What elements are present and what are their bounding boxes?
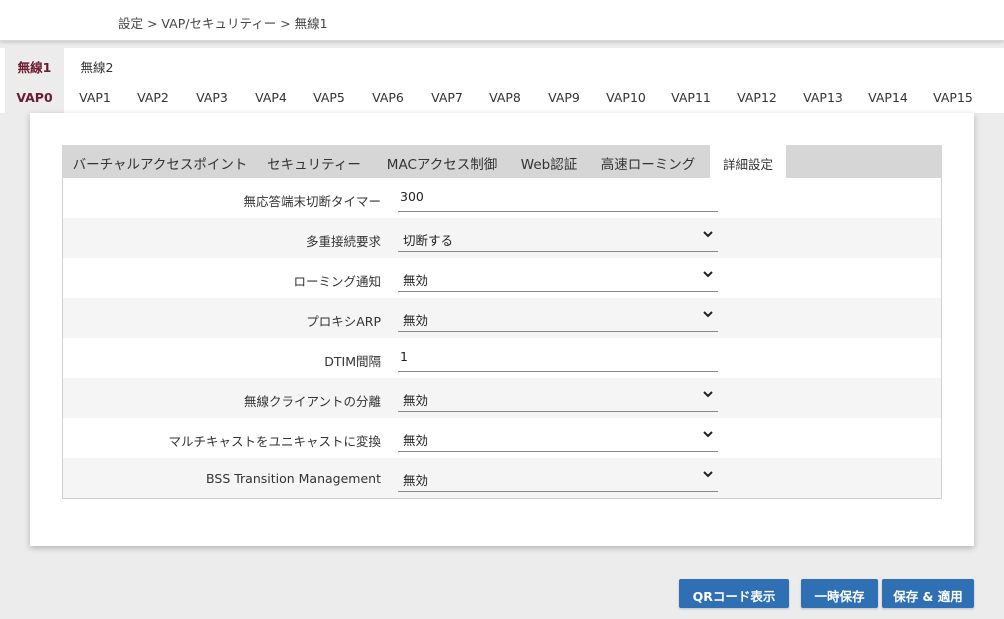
tab-vap15[interactable]: VAP15 — [922, 81, 984, 113]
dtim-interval-label: DTIM間隔 — [324, 354, 381, 369]
form-row-client-isolation: 無線クライアントの分離 無効 — [63, 378, 941, 418]
tab-vap0[interactable]: VAP0 — [5, 81, 64, 113]
form-row-bss-transition: BSS Transition Management 無効 — [63, 458, 941, 498]
roaming-notify-label: ローミング通知 — [293, 274, 381, 289]
chevron-down-icon — [703, 471, 713, 478]
inactivity-timer-input[interactable]: 300 — [398, 184, 718, 212]
tab-virtual-access-point[interactable]: バーチャルアクセスポイント — [62, 145, 258, 178]
sub-tabs: バーチャルアクセスポイント セキュリティー MACアクセス制御 Web認証 高速… — [62, 145, 942, 178]
tab-vap8[interactable]: VAP8 — [476, 81, 534, 113]
form-row-multicast-to-unicast: マルチキャストをユニキャストに変換 無効 — [63, 418, 941, 458]
form-row-proxy-arp: プロキシARP 無効 — [63, 298, 941, 338]
tab-fast-roaming[interactable]: 高速ローミング — [588, 145, 708, 178]
tab-vap4[interactable]: VAP4 — [242, 81, 300, 113]
radio-tabs: 無線1 無線2 — [0, 48, 1004, 81]
tab-mac-access-control[interactable]: MACアクセス制御 — [372, 145, 512, 178]
client-isolation-value: 無効 — [403, 393, 429, 408]
inactivity-timer-label: 無応答端末切断タイマー — [243, 194, 381, 209]
multicast-to-unicast-select[interactable]: 無効 — [398, 424, 718, 452]
breadcrumb: 設定 > VAP/セキュリティー > 無線1 — [118, 16, 328, 31]
proxy-arp-select[interactable]: 無効 — [398, 304, 718, 332]
form-row-inactivity-timer: 無応答端末切断タイマー 300 — [63, 178, 941, 218]
tab-vap12[interactable]: VAP12 — [726, 81, 788, 113]
multiple-connection-value: 切断する — [403, 233, 454, 248]
tab-vap1[interactable]: VAP1 — [66, 81, 124, 113]
bss-transition-select[interactable]: 無効 — [398, 464, 718, 492]
bss-transition-label: BSS Transition Management — [206, 471, 381, 486]
tab-advanced[interactable]: 詳細設定 — [710, 145, 786, 178]
tab-vap13[interactable]: VAP13 — [792, 81, 854, 113]
multicast-to-unicast-value: 無効 — [403, 433, 429, 448]
tab-security[interactable]: セキュリティー — [258, 145, 370, 178]
form-row-dtim-interval: DTIM間隔 1 — [63, 338, 941, 378]
form-row-roaming-notify: ローミング通知 無効 — [63, 258, 941, 298]
roaming-notify-value: 無効 — [403, 273, 429, 288]
multicast-to-unicast-label: マルチキャストをユニキャストに変換 — [168, 434, 381, 449]
tab-vap10[interactable]: VAP10 — [595, 81, 657, 113]
tab-vap11[interactable]: VAP11 — [660, 81, 722, 113]
proxy-arp-value: 無効 — [403, 313, 429, 328]
multiple-connection-select[interactable]: 切断する — [398, 224, 718, 252]
client-isolation-select[interactable]: 無効 — [398, 384, 718, 412]
tab-web-auth[interactable]: Web認証 — [512, 145, 586, 178]
settings-panel: バーチャルアクセスポイント セキュリティー MACアクセス制御 Web認証 高速… — [30, 113, 974, 546]
client-isolation-label: 無線クライアントの分離 — [243, 394, 381, 409]
qr-code-button[interactable]: QRコード表示 — [679, 579, 789, 608]
tab-vap7[interactable]: VAP7 — [418, 81, 476, 113]
chevron-down-icon — [703, 391, 713, 398]
tab-vap6[interactable]: VAP6 — [359, 81, 417, 113]
save-apply-button[interactable]: 保存 & 適用 — [882, 579, 974, 608]
multiple-connection-label: 多重接続要求 — [305, 234, 381, 249]
breadcrumb-bar: 設定 > VAP/セキュリティー > 無線1 — [0, 0, 1004, 41]
tab-vap5[interactable]: VAP5 — [300, 81, 358, 113]
proxy-arp-label: プロキシARP — [306, 314, 381, 329]
tab-vap3[interactable]: VAP3 — [183, 81, 241, 113]
advanced-settings-form: 無応答端末切断タイマー 300 多重接続要求 切断する ローミング通知 無効 プ… — [62, 178, 942, 499]
tab-vap14[interactable]: VAP14 — [857, 81, 919, 113]
tab-vap2[interactable]: VAP2 — [124, 81, 182, 113]
chevron-down-icon — [703, 271, 713, 278]
vap-tabs: VAP0 VAP1 VAP2 VAP3 VAP4 VAP5 VAP6 VAP7 … — [0, 81, 1004, 113]
tab-radio2[interactable]: 無線2 — [64, 48, 130, 81]
tab-radio1[interactable]: 無線1 — [5, 48, 64, 81]
chevron-down-icon — [703, 431, 713, 438]
chevron-down-icon — [703, 231, 713, 238]
chevron-down-icon — [703, 311, 713, 318]
tab-vap9[interactable]: VAP9 — [535, 81, 593, 113]
dtim-interval-input[interactable]: 1 — [398, 344, 718, 372]
temp-save-button[interactable]: 一時保存 — [801, 579, 878, 608]
bss-transition-value: 無効 — [403, 473, 429, 488]
form-row-multiple-connection: 多重接続要求 切断する — [63, 218, 941, 258]
roaming-notify-select[interactable]: 無効 — [398, 264, 718, 292]
